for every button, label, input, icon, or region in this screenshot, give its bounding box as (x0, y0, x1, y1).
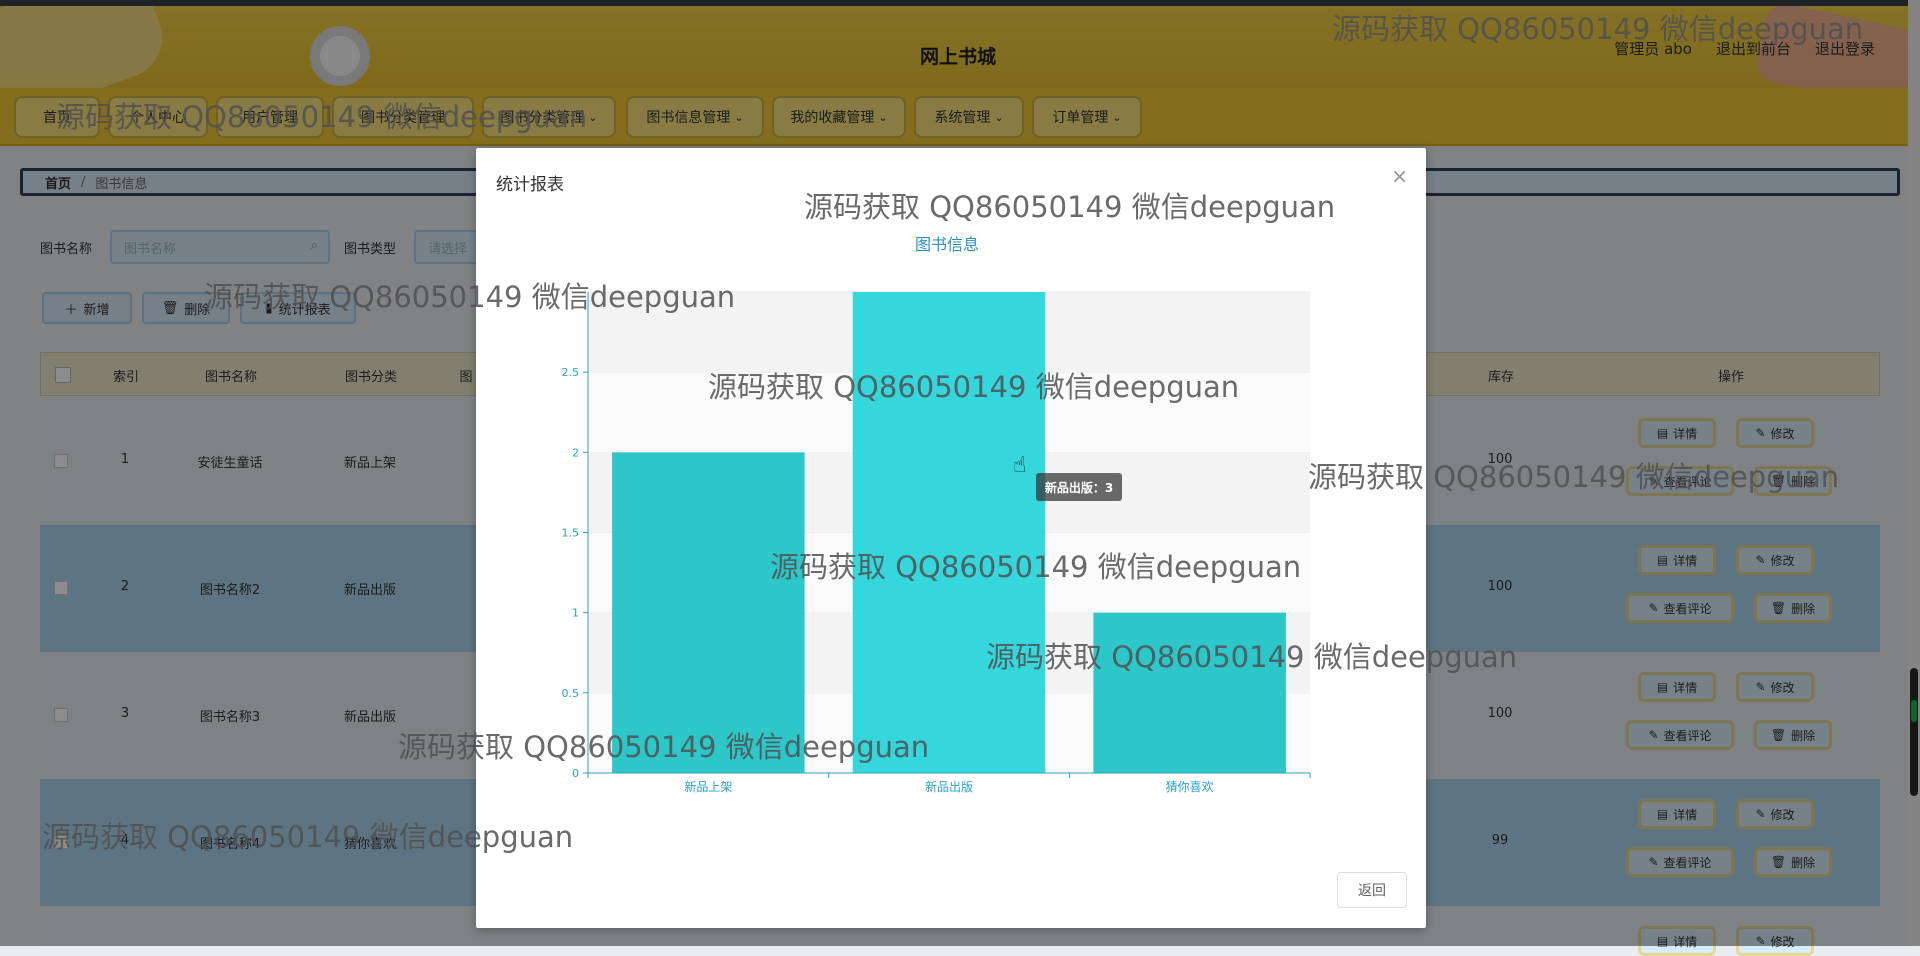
bar-chart: 图书信息 0 0.5 1 1.5 2 2.5 新品上架 新品出版 猜你喜欢 新品出版：3 ☝ (562, 235, 1311, 794)
x-tick-label: 新品出版 (925, 779, 973, 794)
x-tick-label: 新品上架 (684, 779, 732, 794)
y-tick-label: 2 (572, 446, 579, 459)
return-label: 返回 (1358, 883, 1386, 899)
y-tick-label: 2.5 (562, 366, 580, 379)
report-dialog: 统计报表 × 图书信息 0 0.5 1 1.5 2 2.5 新品上架 新品出版 猜你喜欢 新品出… (476, 148, 1426, 928)
chart-tooltip: 新品出版：3 (1036, 473, 1122, 501)
y-tick-label: 0 (572, 767, 579, 780)
hand-cursor-icon: ☝ (1013, 453, 1026, 478)
y-tick-label: 1 (572, 607, 579, 620)
bar-3 (1093, 612, 1286, 773)
y-tick-label: 0.5 (562, 687, 580, 700)
bar-2 (852, 292, 1046, 773)
y-tick-label: 1.5 (562, 527, 580, 540)
return-button[interactable]: 返回 (1337, 872, 1407, 908)
x-tick-label: 猜你喜欢 (1166, 779, 1214, 794)
chart-title: 图书信息 (915, 235, 979, 254)
tooltip-text: 新品出版：3 (1045, 480, 1113, 495)
bar-1 (612, 452, 805, 773)
